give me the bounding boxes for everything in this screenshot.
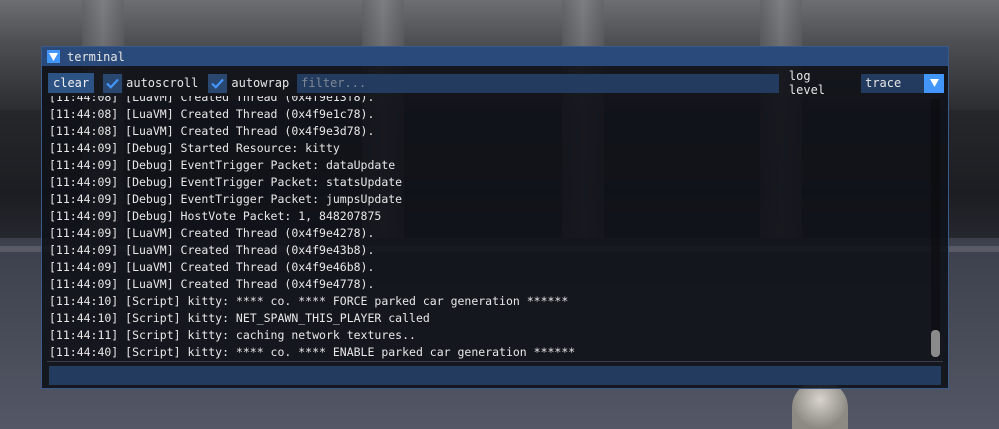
log-line: [11:44:09] [LuaVM] Created Thread (0x4f9… xyxy=(49,226,375,240)
log-level-select[interactable]: trace xyxy=(861,73,944,93)
log-line: [11:44:08] [LuaVM] Created Thread (0x4f9… xyxy=(49,107,375,121)
log-line: [11:44:10] [Script] kitty: NET_SPAWN_THI… xyxy=(49,311,430,325)
divider xyxy=(47,361,943,362)
autoscroll-checkbox[interactable]: autoscroll xyxy=(103,73,199,93)
log-line: [11:44:08] [LuaVM] Created Thread (0x4f9… xyxy=(49,124,375,138)
autowrap-label: autowrap xyxy=(231,76,290,90)
log-line: [11:44:10] [Script] kitty: **** co. ****… xyxy=(49,294,569,308)
title-bar[interactable]: terminal xyxy=(42,47,948,66)
log-line: [11:44:11] [Script] kitty: caching netwo… xyxy=(49,328,416,342)
log-line: [11:44:09] [Debug] EventTrigger Packet: … xyxy=(49,175,403,189)
log-line: [11:44:09] [LuaVM] Created Thread (0x4f9… xyxy=(49,243,375,257)
checkmark-icon[interactable] xyxy=(103,73,123,93)
checkmark-icon[interactable] xyxy=(208,73,228,93)
log-line: [11:44:09] [LuaVM] Created Thread (0x4f9… xyxy=(49,277,375,291)
log-line: [11:44:09] [Debug] Started Resource: kit… xyxy=(49,141,340,155)
terminal-window: terminal clear autoscroll autowrap log l… xyxy=(41,46,949,389)
log-line: [11:44:09] [Debug] EventTrigger Packet: … xyxy=(49,158,396,172)
window-title: terminal xyxy=(67,49,125,64)
log-level-label: log level xyxy=(788,69,826,97)
log-output[interactable]: [11:44:08] [LuaVM] Created Thread (0x4f9… xyxy=(43,96,942,360)
log-line: [11:44:09] [Debug] HostVote Packet: 1, 8… xyxy=(49,209,382,223)
collapse-triangle-icon[interactable] xyxy=(47,50,60,63)
log-level-value: trace xyxy=(865,76,902,90)
log-line: [11:44:08] [LuaVM] Created Thread (0x4f9… xyxy=(49,96,375,104)
autoscroll-label: autoscroll xyxy=(126,76,199,90)
log-line: [11:44:09] [Debug] EventTrigger Packet: … xyxy=(49,192,403,206)
autowrap-checkbox[interactable]: autowrap xyxy=(208,73,290,93)
dropdown-arrow-icon[interactable] xyxy=(924,73,944,93)
log-line: [11:44:09] [LuaVM] Created Thread (0x4f9… xyxy=(49,260,375,274)
log-line: [11:44:40] [Script] kitty: **** co. ****… xyxy=(49,345,576,359)
log-lines: [11:44:08] [LuaVM] Created Thread (0x4f9… xyxy=(49,96,575,360)
filter-input[interactable] xyxy=(297,73,779,93)
log-scrollbar[interactable] xyxy=(931,99,940,357)
command-input[interactable] xyxy=(49,366,941,385)
clear-button[interactable]: clear xyxy=(48,73,95,93)
toolbar: clear autoscroll autowrap log level trac… xyxy=(48,69,944,97)
scrollbar-thumb[interactable] xyxy=(931,330,940,357)
